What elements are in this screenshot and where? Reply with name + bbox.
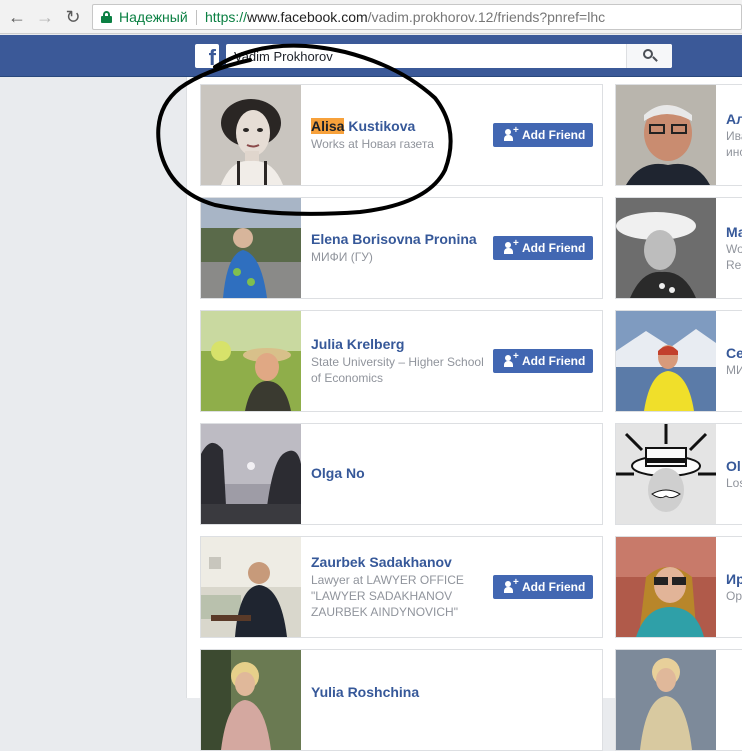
- friend-card: Olga No: [200, 423, 603, 525]
- add-friend-icon: +: [504, 352, 519, 367]
- search-input[interactable]: [226, 44, 626, 68]
- friend-card: Ol Los: [615, 423, 742, 525]
- friend-name[interactable]: Elena Borisovna Pronina: [311, 231, 487, 248]
- friends-list: Alisa Kustikova Works at Новая газета + …: [186, 77, 742, 751]
- facebook-logo[interactable]: f: [195, 44, 219, 68]
- add-friend-label: Add Friend: [522, 354, 586, 368]
- friend-info: Zaurbek Sadakhanov Lawyer at LAWYER OFFI…: [311, 537, 487, 637]
- friend-info: Ol Los: [726, 424, 742, 524]
- url-path: /vadim.prokhorov.12/friends?pnref=lhc: [367, 9, 606, 25]
- search-highlight: Alisa: [311, 118, 345, 134]
- url-scheme: https://: [205, 9, 248, 25]
- friend-subtitle: Re: [726, 257, 742, 272]
- friend-card: Ал Ива инс: [615, 84, 742, 186]
- add-friend-label: Add Friend: [522, 128, 586, 142]
- friend-name[interactable]: Ма: [726, 224, 742, 241]
- search-box: [226, 44, 672, 68]
- friend-name-rest: Kustikova: [344, 118, 416, 134]
- friend-card: Ма Wo Re: [615, 197, 742, 299]
- profile-photo[interactable]: [616, 198, 716, 298]
- add-friend-icon: +: [504, 578, 519, 593]
- profile-photo[interactable]: [201, 650, 301, 750]
- friend-info: Olga No: [311, 424, 487, 524]
- friend-info: Се МИ: [726, 311, 742, 411]
- facebook-header: f: [0, 35, 742, 77]
- friend-name[interactable]: Julia Krelberg: [311, 336, 487, 353]
- search-button[interactable]: [626, 44, 672, 68]
- address-bar[interactable]: Надежный https://www.facebook.com/vadim.…: [92, 4, 742, 30]
- friend-name-rest: Julia Krelberg: [311, 336, 405, 352]
- friend-card: Ир Ор: [615, 536, 742, 638]
- friend-name[interactable]: Zaurbek Sadakhanov: [311, 554, 487, 571]
- add-friend-label: Add Friend: [522, 580, 586, 594]
- profile-photo[interactable]: [616, 424, 716, 524]
- friend-info: [726, 650, 742, 750]
- browser-toolbar: ← → ↻ Надежный https://www.facebook.com/…: [0, 0, 742, 34]
- reload-icon[interactable]: ↻: [62, 6, 84, 28]
- friend-name[interactable]: Yulia Roshchina: [311, 684, 487, 701]
- friend-name-rest: Elena Borisovna Pronina: [311, 231, 477, 247]
- friend-info: Ал Ива инс: [726, 85, 742, 185]
- friend-info: Elena Borisovna Pronina МИФИ (ГУ): [311, 198, 487, 298]
- friend-card: [615, 649, 742, 751]
- add-friend-button[interactable]: + Add Friend: [493, 575, 593, 599]
- secure-label: Надежный: [119, 9, 188, 25]
- profile-photo[interactable]: [616, 537, 716, 637]
- profile-photo[interactable]: [201, 537, 301, 637]
- friend-card: Yulia Roshchina: [200, 649, 603, 751]
- friend-subtitle: МИФИ (ГУ): [311, 250, 373, 264]
- friend-card: Alisa Kustikova Works at Новая газета + …: [200, 84, 603, 186]
- add-friend-button[interactable]: + Add Friend: [493, 349, 593, 373]
- friend-name[interactable]: Alisa Kustikova: [311, 118, 487, 135]
- friend-name[interactable]: Ир: [726, 571, 742, 588]
- profile-photo[interactable]: [201, 85, 301, 185]
- friend-name-rest: Olga No: [311, 465, 365, 481]
- friend-subtitle: Works at Новая газета: [311, 137, 434, 151]
- friend-card: Elena Borisovna Pronina МИФИ (ГУ) + Add …: [200, 197, 603, 299]
- friend-subtitle: Ор: [726, 588, 742, 603]
- url-host: www.facebook.com: [247, 9, 368, 25]
- search-icon-handle: [652, 56, 658, 62]
- friend-name[interactable]: Ol: [726, 458, 742, 475]
- url-separator: [196, 10, 197, 25]
- friend-info: Alisa Kustikova Works at Новая газета: [311, 85, 487, 185]
- add-friend-button[interactable]: + Add Friend: [493, 123, 593, 147]
- add-friend-icon: +: [504, 126, 519, 141]
- add-friend-button[interactable]: + Add Friend: [493, 236, 593, 260]
- friend-subtitle: Los: [726, 475, 742, 490]
- friend-subtitle: Lawyer at LAWYER OFFICE "LAWYER SADAKHAN…: [311, 573, 464, 619]
- url-text: https://www.facebook.com/vadim.prokhorov…: [205, 5, 605, 29]
- friend-info: Julia Krelberg State University – Higher…: [311, 311, 487, 411]
- friend-subtitle: Ива: [726, 128, 742, 143]
- profile-photo[interactable]: [616, 311, 716, 411]
- friend-subtitle: State University – Higher School of Econ…: [311, 355, 484, 385]
- friend-name[interactable]: Olga No: [311, 465, 487, 482]
- friend-name[interactable]: Се: [726, 345, 742, 362]
- add-friend-icon: +: [504, 239, 519, 254]
- friend-subtitle: инс: [726, 144, 742, 159]
- friend-name[interactable]: Ал: [726, 111, 742, 128]
- profile-photo[interactable]: [201, 424, 301, 524]
- friend-card: Julia Krelberg State University – Higher…: [200, 310, 603, 412]
- lock-icon: [101, 11, 112, 23]
- friend-info: Ир Ор: [726, 537, 742, 637]
- profile-photo[interactable]: [201, 198, 301, 298]
- back-arrow-icon[interactable]: ←: [6, 6, 28, 28]
- friend-info: Ма Wo Re: [726, 198, 742, 298]
- forward-arrow-icon[interactable]: →: [34, 6, 56, 28]
- friend-name-rest: Zaurbek Sadakhanov: [311, 554, 452, 570]
- friend-card: Се МИ: [615, 310, 742, 412]
- friend-card: Zaurbek Sadakhanov Lawyer at LAWYER OFFI…: [200, 536, 603, 638]
- profile-photo[interactable]: [616, 85, 716, 185]
- add-friend-label: Add Friend: [522, 241, 586, 255]
- profile-photo[interactable]: [201, 311, 301, 411]
- profile-photo[interactable]: [616, 650, 716, 750]
- friend-subtitle: Wo: [726, 241, 742, 256]
- friend-subtitle: МИ: [726, 362, 742, 377]
- friend-info: Yulia Roshchina: [311, 650, 487, 750]
